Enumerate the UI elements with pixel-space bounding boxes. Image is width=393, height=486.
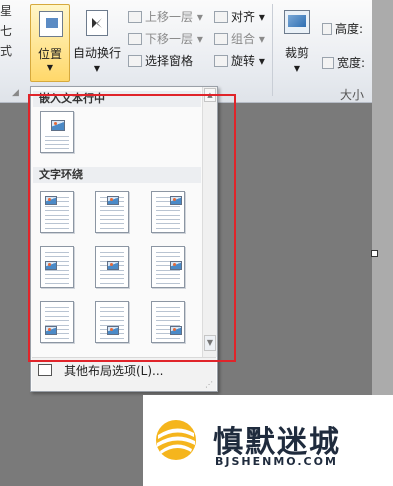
wrap-text-button[interactable]: 自动换行 ▼ xyxy=(72,4,122,82)
watermark-url: BJSHENMO.COM xyxy=(215,455,338,468)
align-button[interactable]: 对齐 ▾ xyxy=(214,8,265,25)
chevron-down-icon: ▼ xyxy=(93,64,101,73)
wrap-option-r2c3[interactable] xyxy=(151,246,185,288)
rotate-button[interactable]: 旋转 ▾ xyxy=(214,52,265,69)
height-icon xyxy=(322,23,332,35)
crop-label: 裁剪 xyxy=(284,46,309,60)
group-icon xyxy=(214,33,228,45)
picture-icon xyxy=(51,120,65,131)
width-icon xyxy=(322,57,334,69)
selection-pane-icon xyxy=(128,55,142,67)
resize-grip-icon[interactable]: ⋰ xyxy=(205,380,213,389)
height-label: 高度: xyxy=(335,22,364,36)
selection-pane-label: 选择窗格 xyxy=(145,54,194,68)
picture-icon xyxy=(170,196,182,205)
clipped-label-1: 星 xyxy=(0,4,13,18)
align-label: 对齐 xyxy=(231,10,256,24)
bring-forward-button[interactable]: 上移一层 ▾ xyxy=(128,8,203,25)
wrap-option-r2c2[interactable] xyxy=(95,246,129,288)
wrap-option-r1c2[interactable] xyxy=(95,191,129,233)
send-backward-icon xyxy=(128,33,142,45)
picture-icon xyxy=(107,196,119,205)
position-inline-option[interactable] xyxy=(40,111,74,153)
scroll-up-icon[interactable]: ▲ xyxy=(204,88,216,102)
group-button[interactable]: 组合 ▾ xyxy=(214,30,265,47)
wrap-option-r1c1[interactable] xyxy=(40,191,74,233)
picture-icon xyxy=(45,261,57,270)
wrap-option-r3c1[interactable] xyxy=(40,301,74,343)
picture-icon xyxy=(45,196,57,205)
wrap-option-r3c3[interactable] xyxy=(151,301,185,343)
chevron-down-icon: ▼ xyxy=(46,63,54,72)
section-inline-header: 嵌入文本行中 xyxy=(33,91,201,107)
chevron-down-icon: ▼ xyxy=(293,64,301,73)
watermark-banner: 慎默迷城 BJSHENMO.COM xyxy=(143,395,393,486)
rotate-icon xyxy=(214,55,228,67)
position-icon xyxy=(39,11,63,37)
align-icon xyxy=(214,11,228,23)
wrap-option-r2c1[interactable] xyxy=(40,246,74,288)
layout-options-icon xyxy=(38,364,52,376)
selection-pane-button[interactable]: 选择窗格 xyxy=(128,52,193,69)
wrap-text-label: 自动换行 xyxy=(72,46,121,60)
picture-icon xyxy=(170,326,182,335)
group-label: 组合 xyxy=(231,32,256,46)
height-field[interactable]: 高度: xyxy=(322,20,363,37)
position-dropdown: ▲ ▼ 嵌入文本行中 文字环绕 其他布局选项(L)... ⋰ xyxy=(30,86,218,392)
bring-forward-icon xyxy=(128,11,142,23)
bring-forward-label: 上移一层 xyxy=(145,10,194,24)
width-label: 宽度: xyxy=(337,56,366,70)
wrap-option-r3c2[interactable] xyxy=(95,301,129,343)
wrap-option-r1c3[interactable] xyxy=(151,191,185,233)
position-button[interactable]: 位置 ▼ xyxy=(30,4,70,82)
position-label: 位置 xyxy=(37,47,62,61)
picture-icon xyxy=(107,326,119,335)
rotate-label: 旋转 xyxy=(231,54,256,68)
watermark-logo xyxy=(156,420,196,460)
clipped-label-3: 式 xyxy=(0,44,13,58)
send-backward-button[interactable]: 下移一层 ▾ xyxy=(128,30,203,47)
section-wrap-header: 文字环绕 xyxy=(33,167,201,183)
picture-icon xyxy=(170,261,182,270)
resize-handle[interactable] xyxy=(371,250,378,257)
more-layout-options-label: 其他布局选项(L)... xyxy=(64,364,164,378)
clipped-label-2: 七 xyxy=(0,24,13,38)
width-field[interactable]: 宽度: xyxy=(322,54,365,71)
dropdown-scrollbar[interactable]: ▲ ▼ xyxy=(202,87,217,357)
send-backward-label: 下移一层 xyxy=(145,32,194,46)
picture-icon xyxy=(107,261,119,270)
wrap-text-icon xyxy=(86,10,108,36)
size-group-label: 大小 xyxy=(340,88,365,102)
scroll-down-icon[interactable]: ▼ xyxy=(204,335,216,351)
group-divider xyxy=(272,4,273,96)
crop-button[interactable]: 裁剪 ▼ xyxy=(278,4,316,82)
picture-icon xyxy=(45,326,57,335)
crop-icon xyxy=(284,10,310,34)
dialog-launcher-icon[interactable]: ◢ xyxy=(12,88,19,98)
more-layout-options[interactable]: 其他布局选项(L)... ⋰ xyxy=(32,357,216,391)
